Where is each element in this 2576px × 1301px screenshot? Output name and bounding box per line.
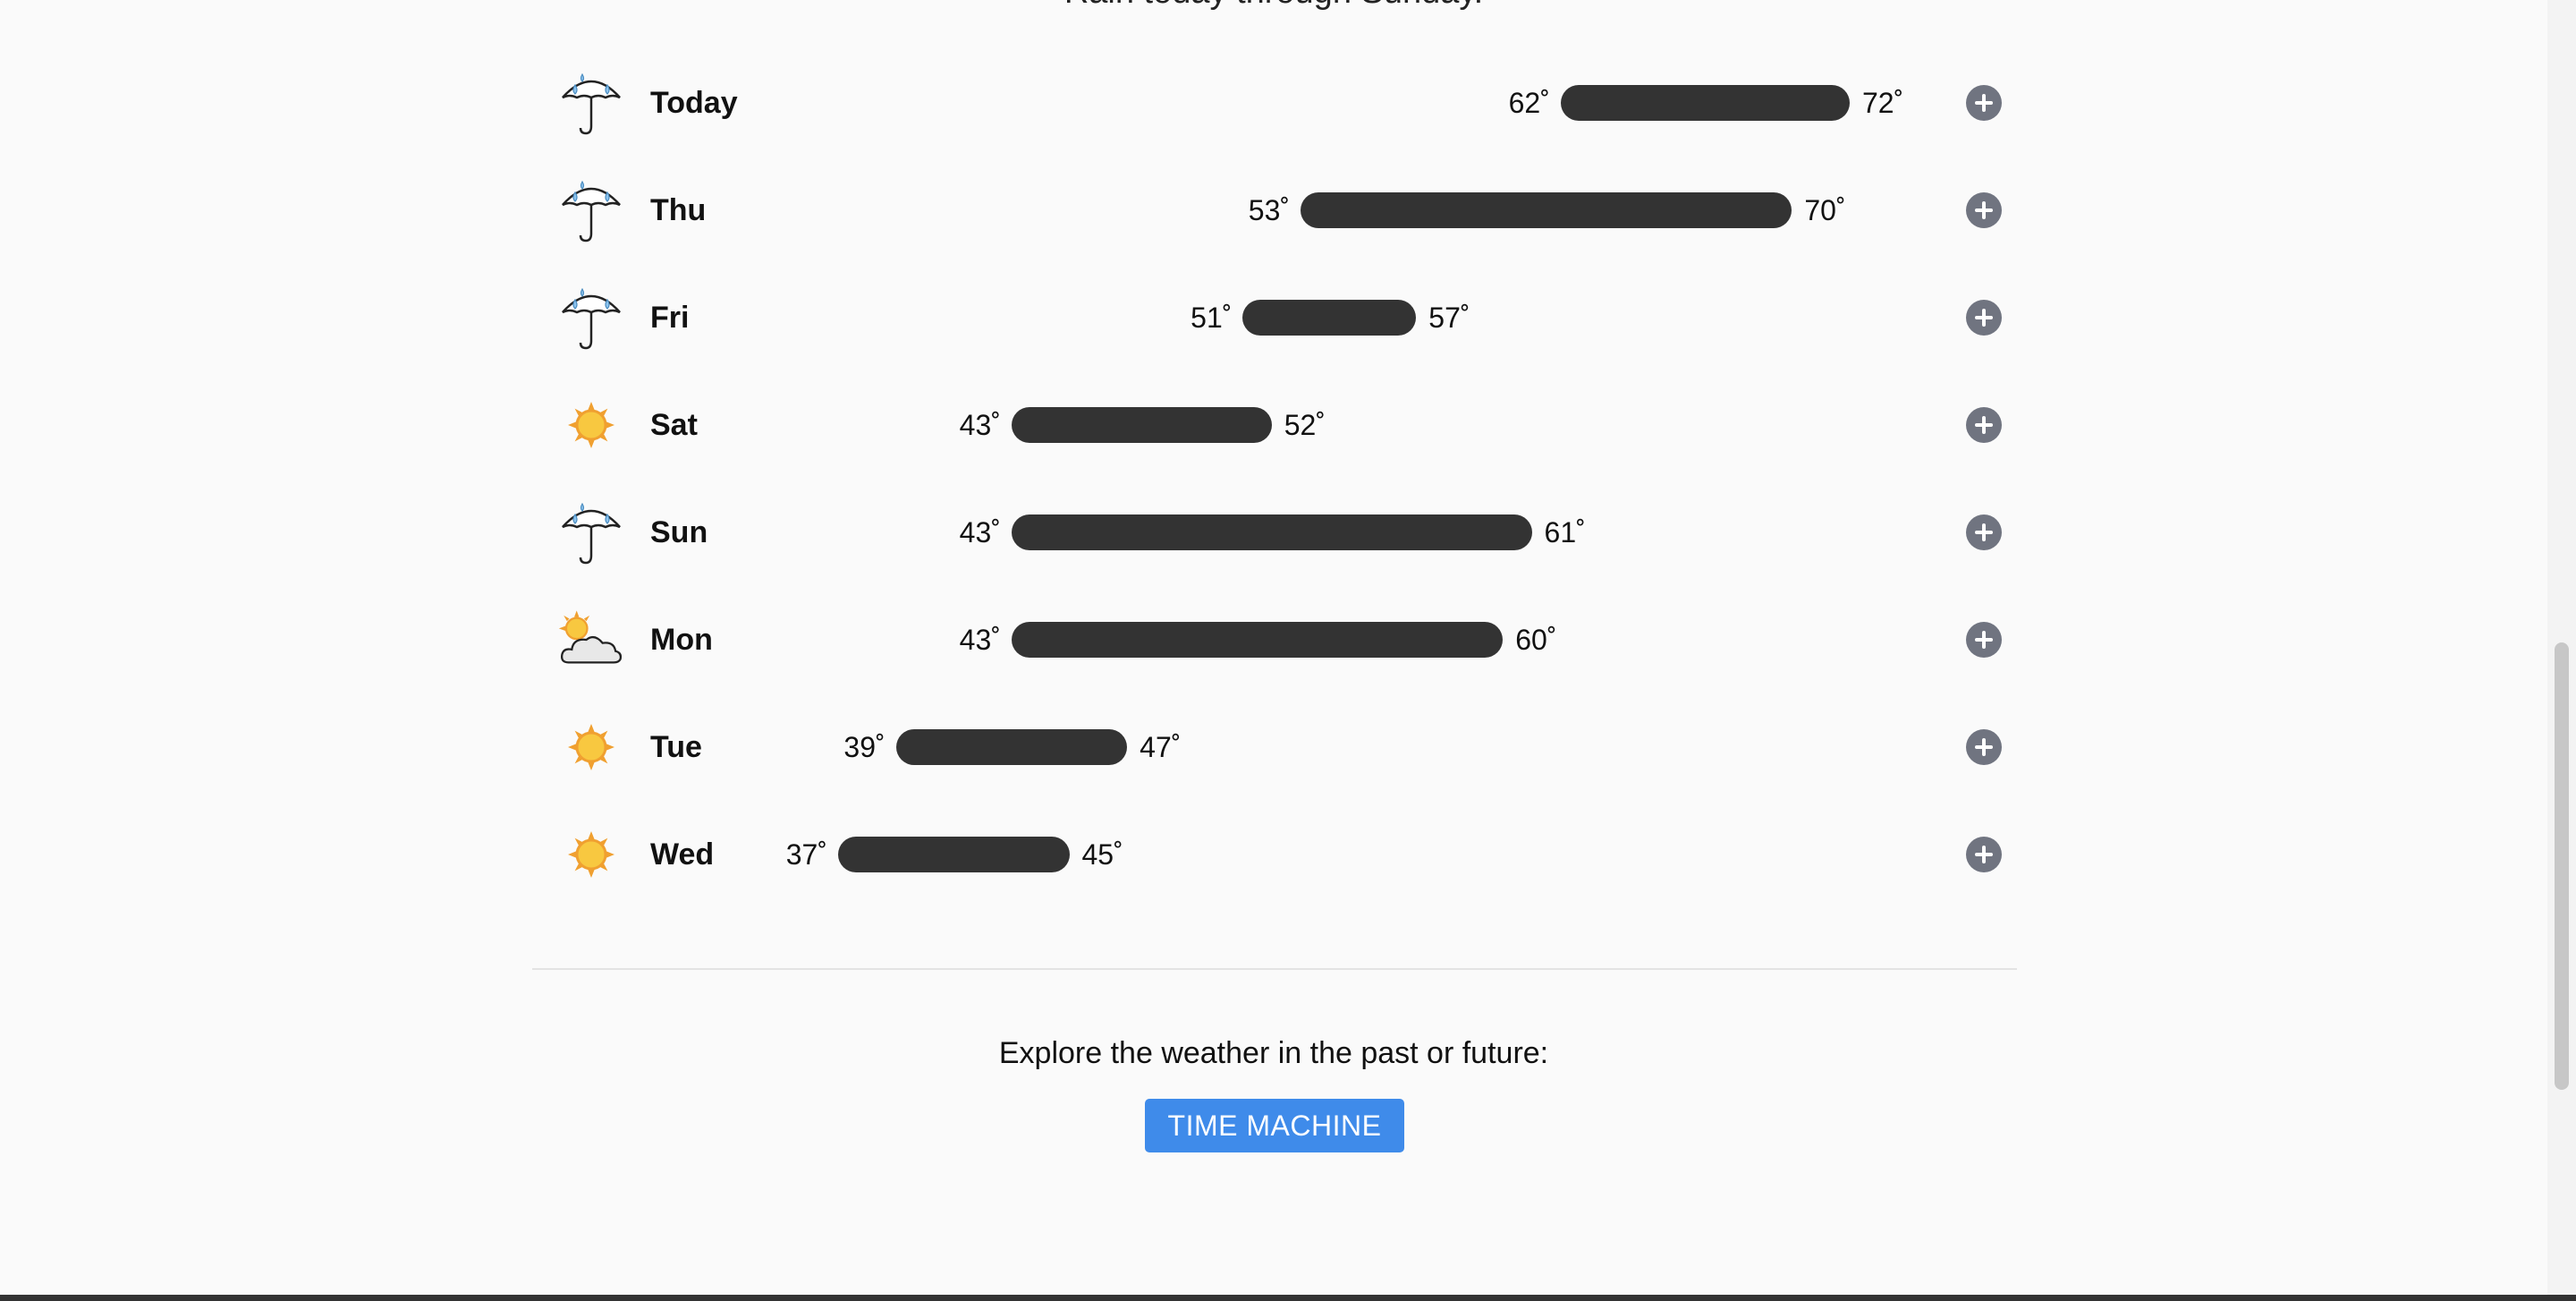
- temperature-bar: [1242, 300, 1417, 336]
- day-row-sun[interactable]: Sun 43˚ 61˚: [532, 479, 2017, 586]
- temperature-range: 43˚ 52˚: [532, 371, 2017, 479]
- expand-plus-icon[interactable]: [1966, 407, 2002, 443]
- high-temperature: 70˚: [1804, 194, 1846, 226]
- day-row-sat[interactable]: Sat 43˚ 52˚: [532, 371, 2017, 479]
- low-temperature: 51˚: [1191, 302, 1233, 334]
- low-temperature: 62˚: [1508, 87, 1550, 119]
- bottom-edge: [0, 1295, 2576, 1301]
- high-temperature: 60˚: [1515, 624, 1557, 656]
- expand-plus-icon[interactable]: [1966, 729, 2002, 765]
- low-temperature: 53˚: [1248, 194, 1291, 226]
- temperature-bar: [895, 729, 1128, 765]
- temperature-bar: [1011, 514, 1532, 550]
- temperature-range: 51˚ 57˚: [532, 264, 2017, 371]
- day-row-tue[interactable]: Tue 39˚ 47˚: [532, 693, 2017, 801]
- temperature-range: 39˚ 47˚: [532, 693, 2017, 801]
- explore-text: Explore the weather in the past or futur…: [998, 1036, 1549, 1070]
- expand-plus-icon[interactable]: [1966, 837, 2002, 872]
- temperature-bar: [1011, 622, 1504, 658]
- high-temperature: 57˚: [1428, 302, 1470, 334]
- temperature-bar: [1560, 85, 1850, 121]
- high-temperature: 72˚: [1862, 87, 1904, 119]
- expand-plus-icon[interactable]: [1966, 85, 2002, 121]
- high-temperature: 45˚: [1081, 838, 1123, 871]
- time-machine-button[interactable]: TIME MACHINE: [1145, 1099, 1404, 1152]
- low-temperature: 37˚: [785, 838, 827, 871]
- high-temperature: 47˚: [1140, 731, 1182, 763]
- low-temperature: 43˚: [959, 409, 1001, 441]
- temperature-range: 62˚ 72˚: [532, 49, 2017, 157]
- scrollbar-thumb[interactable]: [2555, 642, 2569, 1090]
- temperature-bar: [1011, 407, 1272, 443]
- temperature-range: 53˚ 70˚: [532, 157, 2017, 264]
- day-row-wed[interactable]: Wed 37˚ 45˚: [532, 801, 2017, 908]
- section-divider: [532, 968, 2017, 970]
- high-temperature: 61˚: [1544, 516, 1586, 548]
- day-row-mon[interactable]: Mon 43˚ 60˚: [532, 586, 2017, 693]
- temperature-bar: [838, 837, 1070, 872]
- expand-plus-icon[interactable]: [1966, 192, 2002, 228]
- day-row-fri[interactable]: Fri 51˚ 57˚: [532, 264, 2017, 371]
- expand-plus-icon[interactable]: [1966, 514, 2002, 550]
- day-row-thu[interactable]: Thu 53˚ 70˚: [532, 157, 2017, 264]
- low-temperature: 43˚: [959, 624, 1001, 656]
- day-row-today[interactable]: Today 62˚ 72˚: [532, 49, 2017, 157]
- expand-plus-icon[interactable]: [1966, 622, 2002, 658]
- expand-plus-icon[interactable]: [1966, 300, 2002, 336]
- temperature-bar: [1301, 192, 1792, 228]
- high-temperature: 52˚: [1284, 409, 1326, 441]
- temperature-range: 43˚ 60˚: [532, 586, 2017, 693]
- temperature-range: 37˚ 45˚: [532, 801, 2017, 908]
- forecast-summary: Rain today through Sunday.: [0, 0, 2547, 12]
- low-temperature: 39˚: [843, 731, 886, 763]
- low-temperature: 43˚: [959, 516, 1001, 548]
- temperature-range: 43˚ 61˚: [532, 479, 2017, 586]
